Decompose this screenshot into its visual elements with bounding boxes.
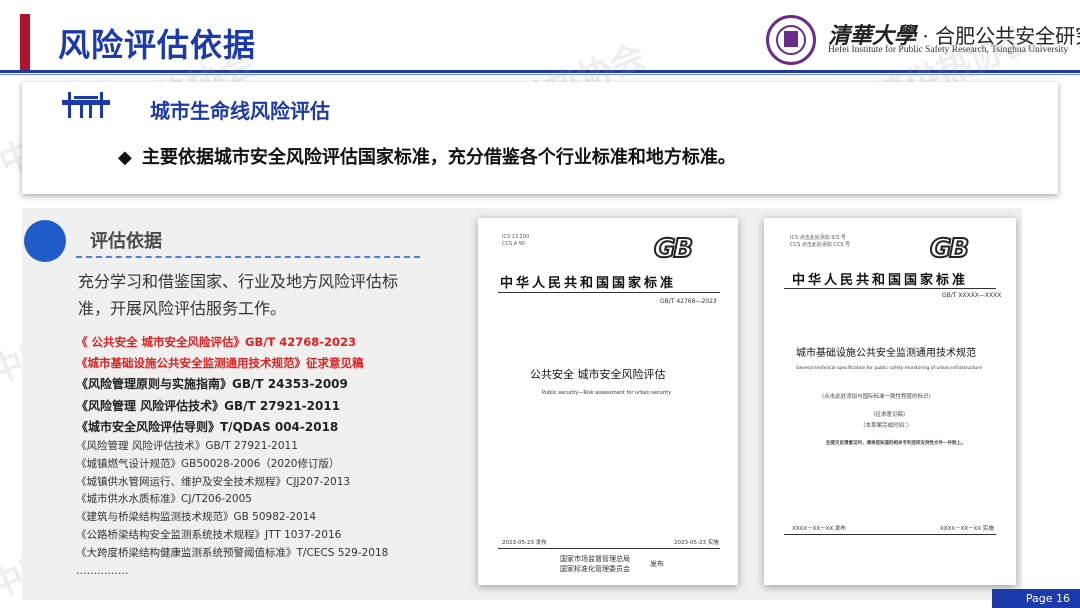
page-number-badge: Page 16 xyxy=(992,589,1080,608)
doc-title-english: General technical specification for publ… xyxy=(796,366,982,371)
reference-item: 《风险管理 风险评估技术》GB/T 27921-2011 xyxy=(76,440,298,453)
doc-rule xyxy=(784,534,996,535)
doc-ics: ICS 13.200 xyxy=(502,234,530,240)
doc-title-english: Public security—Risk assessment for urba… xyxy=(542,390,672,396)
header-divider-thin xyxy=(0,74,1080,75)
reference-item: 《风险管理 风险评估技术》GB/T 27921-2011 xyxy=(76,398,341,413)
doc-std-number: GB/T 42768—2023 xyxy=(660,298,717,305)
header-divider xyxy=(0,70,1080,73)
reference-item: 《城镇供水管网运行、维护及安全技术规程》CJJ207-2013 xyxy=(76,475,351,488)
doc-issue-date: XXXX－XX－XX 发布 xyxy=(792,526,846,532)
doc-ccs: CCS 点击此处添加 CCS 号 xyxy=(790,242,851,248)
reference-item: 《 公共安全 城市安全风险评估》GB/T 42768-2023 xyxy=(76,335,357,349)
bridge-icon xyxy=(62,92,110,118)
reference-item: 《城市供水水质标准》CJ/T206-2005 xyxy=(76,493,252,506)
reference-item: 《公路桥梁结构安全监测系统技术规程》JTT 1037-2016 xyxy=(76,529,342,541)
section-bullet-icon xyxy=(24,220,66,262)
doc-ics: ICS 点击此处添加 ICS 号 xyxy=(790,235,847,241)
doc-impl-date: 2023-05-23 实施 xyxy=(674,540,719,546)
doc-national-standard: 中华人民共和国国家标准 xyxy=(500,276,677,291)
doc-publisher: 国家市场监督管理总局 国家标准化管理委员会 xyxy=(560,555,630,573)
doc-title: 公共安全 城市安全风险评估 xyxy=(530,368,666,381)
section-description: 充分学习和借鉴国家、行业及地方风险评估标准，开展风险评估服务工作。 xyxy=(78,272,399,318)
section-dashed-divider xyxy=(76,256,420,258)
reference-item: 《城镇燃气设计规范》GB50028-2006（2020修订版） xyxy=(76,457,340,470)
logo-english-name: Hefei Institute for Public Safety Resear… xyxy=(828,45,1069,55)
reference-item: …………… xyxy=(76,564,129,577)
doc-rule xyxy=(784,288,996,289)
doc-publish-word: 发布 xyxy=(650,560,664,568)
gb-logo-icon: GB xyxy=(653,233,694,265)
doc-std-number: GB/T XXXXX—XXXX xyxy=(942,292,1002,299)
doc-national-standard: 中华人民共和国国家标准 xyxy=(792,273,969,288)
standard-document-cover-draft: ICS 点击此处添加 ICS 号 CCS 点击此处添加 CCS 号 GB 中华人… xyxy=(764,218,1016,585)
doc-draft-note: （本草案完成时间：） xyxy=(860,423,913,429)
reference-item: 《建筑与桥梁结构监测技术规范》GB 50982-2014 xyxy=(76,511,317,524)
doc-draft-label: （征求意见稿） xyxy=(870,412,909,418)
doc-rule xyxy=(498,548,720,549)
banner-key-point: ◆ 主要依据城市安全风险评估国家标准，充分借鉴各个行业标准和地方标准。 xyxy=(118,143,736,169)
banner-key-point-text: 主要依据城市安全风险评估国家标准，充分借鉴各个行业标准和地方标准。 xyxy=(141,147,736,168)
standard-document-cover-gb-t-42768: ICS 13.200 CCS A 90 GB 中华人民共和国国家标准 GB/T … xyxy=(478,218,738,585)
doc-issue-date: 2023-05-23 发布 xyxy=(502,540,547,546)
reference-item: 《大跨度桥梁结构健康监测系统预警阈值标准》T/CECS 529-2018 xyxy=(76,546,389,559)
diamond-bullet-icon: ◆ xyxy=(118,147,132,168)
reference-item: 《风险管理原则与实施指南》GB/T 24353-2009 xyxy=(76,377,348,392)
doc-ccs: CCS A 90 xyxy=(502,241,526,247)
doc-conformity-note: (点击此处添加与国际标准一致性程度的标识) xyxy=(822,394,931,400)
doc-impl-date: XXXX－XX－XX 实施 xyxy=(940,526,994,532)
slide-title: 风险评估依据 xyxy=(58,26,257,64)
title-accent-bar xyxy=(20,14,30,72)
reference-item: 《城市基础设施公共安全监测通用技术规范》征求意见稿 xyxy=(76,356,364,371)
doc-patent-notice: 在提交反馈意见时，请将您知道的相关专利连同支持性文件一并附上。 xyxy=(826,441,966,446)
reference-list: 《 公共安全 城市安全风险评估》GB/T 42768-2023 《城市基础设施公… xyxy=(76,332,388,580)
banner-title: 城市生命线风险评估 xyxy=(150,99,330,123)
gb-logo-icon: GB xyxy=(929,233,970,265)
section-title: 评估依据 xyxy=(90,231,162,252)
doc-title: 城市基础设施公共安全监测通用技术规范 xyxy=(796,348,976,359)
university-seal-logo xyxy=(766,15,816,65)
reference-item: 《城市安全风险评估导则》T/QDAS 004-2018 xyxy=(76,419,339,434)
doc-rule xyxy=(498,292,720,293)
